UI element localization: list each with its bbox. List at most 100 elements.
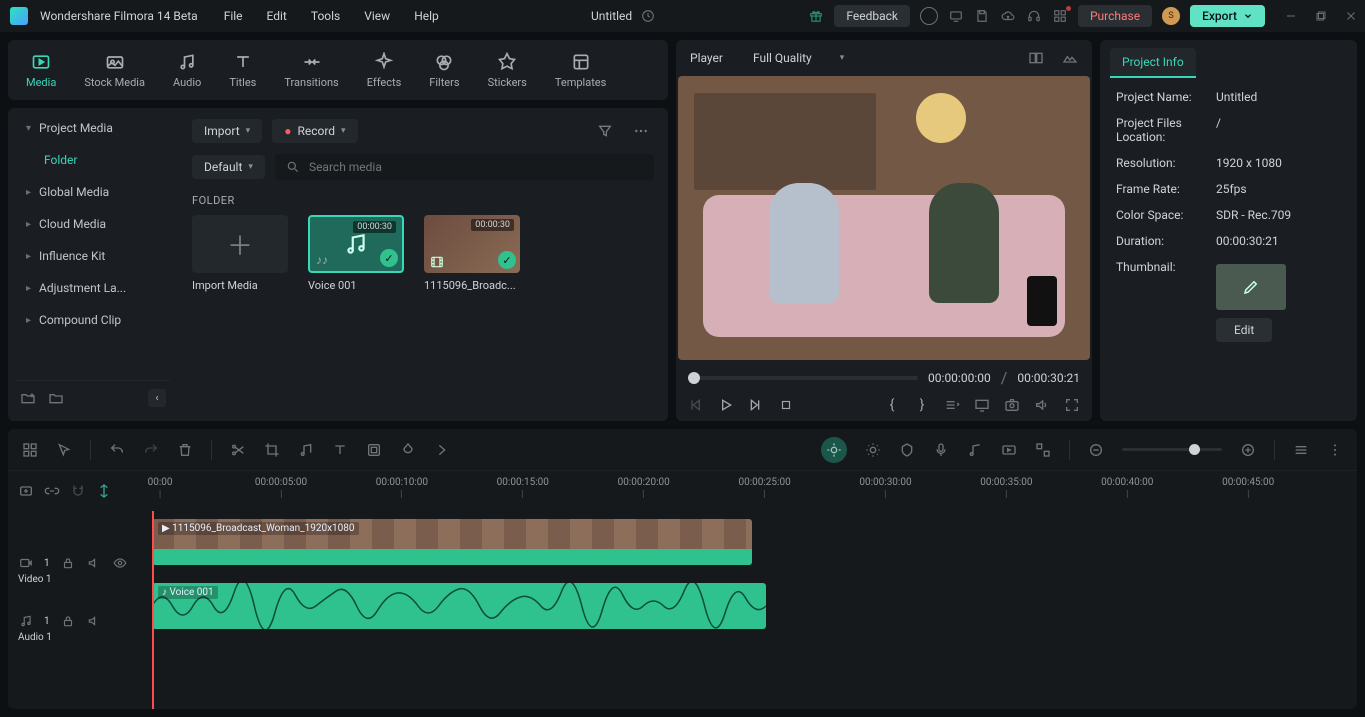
fullscreen-icon[interactable] bbox=[1064, 397, 1080, 413]
ai-icon[interactable] bbox=[821, 437, 847, 463]
scrub-bar[interactable] bbox=[688, 376, 918, 380]
playhead[interactable] bbox=[152, 511, 154, 709]
split-icon[interactable] bbox=[230, 442, 246, 458]
mute-icon[interactable] bbox=[86, 555, 102, 571]
media-item-voice-001[interactable]: 00:00:30 ♪♪ ✓ Voice 001 bbox=[308, 215, 404, 292]
gift-icon[interactable] bbox=[808, 8, 824, 24]
collapse-sidebar-button[interactable]: ‹ bbox=[148, 389, 166, 407]
more-tools-icon[interactable] bbox=[434, 442, 450, 458]
cloud-upload-icon[interactable] bbox=[1000, 8, 1016, 24]
folder-icon[interactable] bbox=[48, 390, 64, 406]
visibility-icon[interactable] bbox=[112, 555, 128, 571]
track-options-icon[interactable] bbox=[1293, 442, 1309, 458]
edit-thumbnail-button[interactable]: Edit bbox=[1216, 318, 1272, 342]
stop-icon[interactable] bbox=[778, 397, 794, 413]
lock-icon[interactable] bbox=[60, 613, 76, 629]
tab-titles[interactable]: Titles bbox=[229, 51, 256, 89]
menu-help[interactable]: Help bbox=[414, 9, 439, 23]
import-dropdown[interactable]: Import▾ bbox=[192, 119, 262, 143]
more-icon[interactable] bbox=[628, 118, 654, 144]
media-item-broadcast[interactable]: 00:00:30 ✓ 1115096_Broadc... bbox=[424, 215, 520, 292]
zoom-in-icon[interactable] bbox=[1240, 442, 1256, 458]
prev-frame-icon[interactable] bbox=[688, 397, 704, 413]
tab-project-info[interactable]: Project Info bbox=[1110, 48, 1196, 78]
redo-icon[interactable] bbox=[143, 442, 159, 458]
undo-icon[interactable] bbox=[109, 442, 125, 458]
display-icon[interactable] bbox=[974, 397, 990, 413]
magnet-icon[interactable] bbox=[70, 483, 86, 499]
audio-mixer-icon[interactable] bbox=[967, 442, 983, 458]
scope-icon[interactable] bbox=[1062, 50, 1078, 66]
color-icon[interactable] bbox=[400, 442, 416, 458]
track-header-audio-1[interactable]: 1 Audio 1 bbox=[8, 599, 148, 657]
tab-filters[interactable]: Filters bbox=[429, 51, 459, 89]
document-title[interactable]: Untitled bbox=[591, 9, 632, 23]
mark-out-icon[interactable]: } bbox=[914, 397, 930, 413]
import-media-tile[interactable]: ＋ Import Media bbox=[192, 215, 288, 292]
menu-tools[interactable]: Tools bbox=[311, 9, 340, 23]
add-track-icon[interactable] bbox=[18, 483, 34, 499]
record-dropdown[interactable]: ●Record▾ bbox=[272, 119, 357, 143]
sidebar-item-folder[interactable]: Folder bbox=[16, 146, 170, 174]
sidebar-item-cloud-media[interactable]: ▸Cloud Media bbox=[16, 210, 170, 238]
tab-audio[interactable]: Audio bbox=[173, 51, 201, 89]
menu-view[interactable]: View bbox=[364, 9, 390, 23]
mark-in-icon[interactable]: { bbox=[884, 397, 900, 413]
snapshot-icon[interactable] bbox=[1004, 397, 1020, 413]
tl-layout-icon[interactable] bbox=[22, 442, 38, 458]
sidebar-item-compound-clip[interactable]: ▸Compound Clip bbox=[16, 306, 170, 334]
keyframe-icon[interactable] bbox=[1035, 442, 1051, 458]
history-icon[interactable] bbox=[640, 8, 656, 24]
tl-cursor-icon[interactable] bbox=[56, 442, 72, 458]
enhance-icon[interactable] bbox=[865, 442, 881, 458]
tab-stickers[interactable]: Stickers bbox=[488, 51, 527, 89]
render-icon[interactable] bbox=[1001, 442, 1017, 458]
crop-icon[interactable] bbox=[264, 442, 280, 458]
track-header-video-1[interactable]: 1 Video 1 bbox=[8, 541, 148, 599]
export-button[interactable]: Export bbox=[1190, 5, 1265, 27]
search-input[interactable] bbox=[309, 160, 644, 174]
headphones-icon[interactable] bbox=[1026, 8, 1042, 24]
record-status-icon[interactable] bbox=[920, 7, 938, 25]
new-folder-icon[interactable] bbox=[20, 390, 36, 406]
auto-ripple-icon[interactable] bbox=[96, 483, 112, 499]
menu-file[interactable]: File bbox=[224, 9, 243, 23]
volume-icon[interactable] bbox=[1034, 397, 1050, 413]
minimize-icon[interactable] bbox=[1283, 8, 1299, 24]
feedback-button[interactable]: Feedback bbox=[834, 5, 910, 27]
apps-icon[interactable] bbox=[1052, 8, 1068, 24]
timeline-clip-video[interactable]: ▶ 1115096_Broadcast_Woman_1920x1080 bbox=[152, 519, 752, 565]
timeline-settings-icon[interactable] bbox=[1327, 442, 1343, 458]
quality-dropdown[interactable]: Full Quality▾ bbox=[741, 46, 856, 70]
delete-icon[interactable] bbox=[177, 442, 193, 458]
maximize-icon[interactable] bbox=[1313, 8, 1329, 24]
zoom-slider[interactable] bbox=[1122, 448, 1222, 451]
tab-templates[interactable]: Templates bbox=[555, 51, 606, 89]
tab-stock-media[interactable]: Stock Media bbox=[84, 51, 145, 89]
mask-icon[interactable] bbox=[366, 442, 382, 458]
preview-viewport[interactable] bbox=[678, 76, 1090, 360]
speed-icon[interactable] bbox=[298, 442, 314, 458]
purchase-button[interactable]: Purchase bbox=[1078, 5, 1152, 27]
marker-icon[interactable] bbox=[899, 442, 915, 458]
voiceover-icon[interactable] bbox=[933, 442, 949, 458]
play-icon[interactable] bbox=[718, 397, 734, 413]
close-icon[interactable] bbox=[1343, 8, 1359, 24]
play-forward-icon[interactable] bbox=[748, 397, 764, 413]
lock-icon[interactable] bbox=[60, 555, 76, 571]
quality-menu-icon[interactable] bbox=[944, 397, 960, 413]
ruler[interactable]: 00:00 00:00:05:00 00:00:10:00 00:00:15:0… bbox=[148, 471, 1357, 511]
save-icon[interactable] bbox=[974, 8, 990, 24]
device-icon[interactable] bbox=[948, 8, 964, 24]
text-icon[interactable] bbox=[332, 442, 348, 458]
zoom-out-icon[interactable] bbox=[1088, 442, 1104, 458]
tab-effects[interactable]: Effects bbox=[367, 51, 402, 89]
account-avatar[interactable]: S bbox=[1162, 7, 1180, 25]
sidebar-item-adjustment-layer[interactable]: ▸Adjustment La... bbox=[16, 274, 170, 302]
sidebar-item-project-media[interactable]: ▾Project Media bbox=[16, 114, 170, 142]
mute-icon[interactable] bbox=[86, 613, 102, 629]
tab-media[interactable]: Media bbox=[26, 51, 56, 89]
compare-view-icon[interactable] bbox=[1028, 50, 1044, 66]
tab-transitions[interactable]: Transitions bbox=[284, 51, 338, 89]
sort-dropdown[interactable]: Default▾ bbox=[192, 155, 265, 179]
